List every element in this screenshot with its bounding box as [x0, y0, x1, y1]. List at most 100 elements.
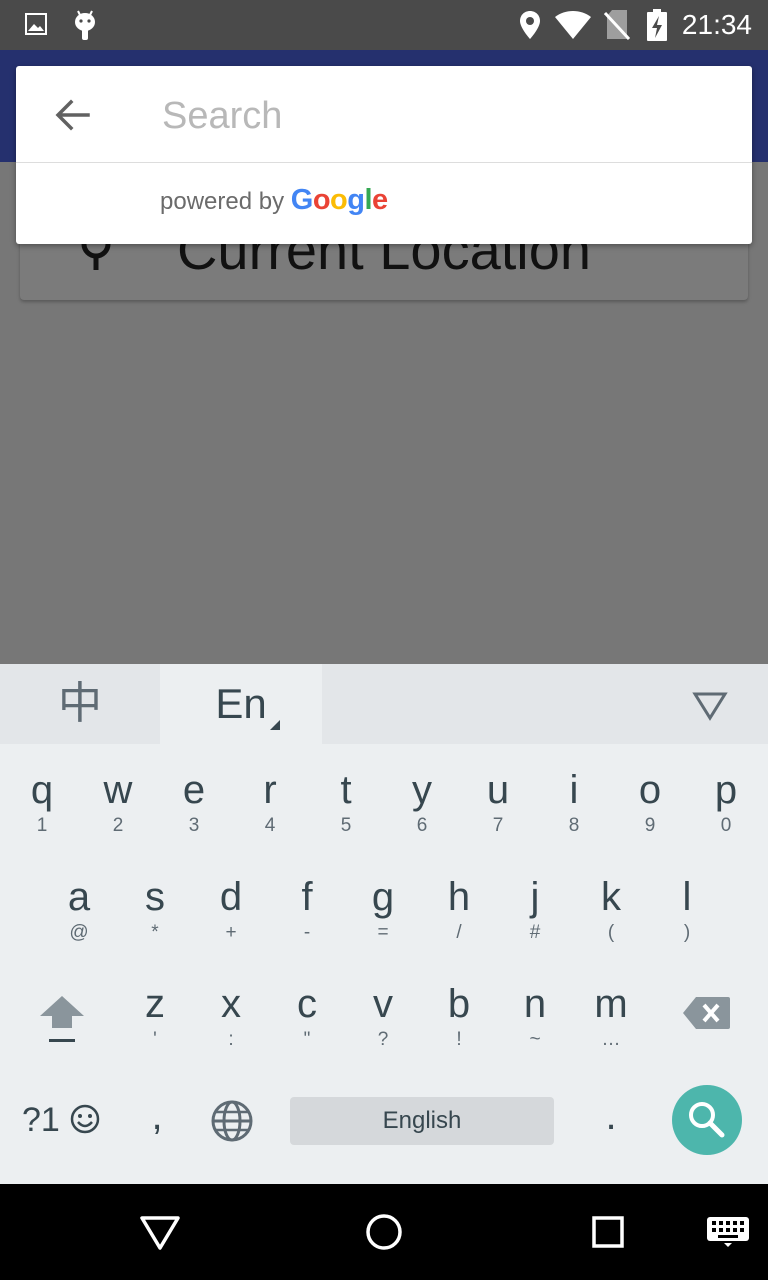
nav-recents-button[interactable] [590, 1214, 626, 1250]
search-icon [689, 1102, 725, 1138]
collapse-keyboard-button[interactable] [690, 688, 730, 722]
key-label: s [145, 875, 165, 919]
key-u[interactable]: u7 [460, 766, 536, 866]
key-secondary-label: ' [153, 1029, 157, 1050]
key-secondary-label: ( [607, 922, 615, 943]
search-autocomplete-card: powered by Google [16, 66, 752, 244]
key-s[interactable]: s * [117, 873, 193, 973]
key-d[interactable]: d + [193, 873, 269, 973]
image-icon [25, 13, 47, 35]
key-secondary-label: 3 [188, 815, 200, 836]
nav-home-button[interactable] [364, 1212, 404, 1252]
key-l[interactable]: l) [649, 873, 725, 973]
key-e[interactable]: e3 [156, 766, 232, 866]
key-t[interactable]: t5 [308, 766, 384, 866]
key-label: u [486, 768, 510, 812]
key-label: h [447, 875, 471, 919]
key-z[interactable]: z ' [117, 980, 193, 1080]
key-label: o [638, 768, 662, 812]
key-label: g [371, 875, 395, 919]
key-k[interactable]: k( [573, 873, 649, 973]
divider [16, 162, 752, 163]
back-button[interactable] [46, 90, 98, 142]
battery-charging-icon [647, 9, 667, 41]
shift-arrow-icon [40, 996, 84, 1042]
google-letter: G [290, 184, 314, 216]
key-secondary-label: 0 [720, 815, 732, 836]
search-input[interactable] [160, 88, 724, 144]
key-secondary-label: # [529, 922, 541, 943]
key-f[interactable]: f- [269, 873, 345, 973]
key-o[interactable]: o9 [612, 766, 688, 866]
google-letter: l [364, 184, 373, 216]
key-secondary-label: ) [683, 922, 691, 943]
powered-by-google: powered by Google [160, 184, 388, 217]
status-bar: 21:34 [0, 0, 768, 50]
backspace-icon [683, 997, 730, 1029]
backspace-key[interactable] [682, 995, 732, 1031]
keyboard-switch-button[interactable] [706, 1216, 750, 1248]
key-secondary-label: - [303, 922, 311, 943]
space-key[interactable]: English [290, 1097, 554, 1145]
soft-keyboard: 中 En q 1 w 2 e 3 r 4 t 5 y 6 u 7 i 8 o 9 p 0 a @ s * d + f - g = h / j # k… [0, 664, 768, 1184]
key-secondary-label: 5 [340, 815, 352, 836]
key-label: k [601, 875, 621, 919]
key-g[interactable]: g = [345, 873, 421, 973]
key-x[interactable]: x: [193, 980, 269, 1080]
comma-key[interactable]: , [140, 1094, 174, 1139]
key-p[interactable]: p0 [688, 766, 764, 866]
key-q[interactable]: q1 [4, 766, 80, 866]
language-switch-key[interactable] [210, 1099, 254, 1143]
clock: 21:34 [681, 9, 752, 40]
key-b[interactable]: b! [421, 980, 497, 1080]
key-y[interactable]: y6 [384, 766, 460, 866]
key-i[interactable]: i8 [536, 766, 612, 866]
key-label: n [523, 982, 547, 1026]
key-label: y [412, 768, 432, 812]
tab-english-input[interactable]: En [160, 664, 322, 744]
key-j[interactable]: j # [497, 873, 573, 973]
google-letter: g [347, 184, 365, 216]
key-secondary-label: @ [69, 922, 89, 943]
keyboard-language-bar: 中 En [0, 664, 768, 744]
key-m[interactable]: m… [573, 980, 649, 1080]
key-label: p [714, 768, 738, 812]
key-a[interactable]: a @ [41, 873, 117, 973]
period-key[interactable]: . [594, 1094, 628, 1139]
symbols-emoji-key[interactable]: ?1 [22, 1098, 101, 1142]
key-label: j [530, 875, 540, 919]
no-sim-icon [604, 10, 630, 41]
key-label: w [103, 768, 133, 812]
key-secondary-label: ? [377, 1029, 389, 1050]
home-icon [366, 1214, 402, 1250]
globe-icon [211, 1100, 253, 1142]
key-label: m [594, 982, 628, 1026]
shift-key[interactable] [36, 992, 88, 1048]
search-action-key[interactable] [672, 1085, 742, 1155]
key-secondary-label: 1 [36, 815, 48, 836]
keyboard-switch-icon [707, 1217, 749, 1247]
key-c[interactable]: c " [269, 980, 345, 1080]
tab-chinese-input[interactable]: 中 [0, 664, 160, 744]
key-n[interactable]: n ~ [497, 980, 573, 1080]
location-icon [520, 11, 540, 39]
key-secondary-label: 4 [264, 815, 276, 836]
key-label: a [67, 875, 91, 919]
key-v[interactable]: v? [345, 980, 421, 1080]
key-label: r [263, 768, 277, 812]
key-w[interactable]: w2 [80, 766, 156, 866]
nav-back-button[interactable] [136, 1210, 184, 1254]
key-label: l [682, 875, 692, 919]
key-r[interactable]: r4 [232, 766, 308, 866]
powered-by-text: powered by [160, 188, 285, 215]
key-label: d [219, 875, 243, 919]
key-label: i [569, 768, 579, 812]
chevron-down-triangle-icon [692, 692, 728, 721]
key-secondary-label: ! [456, 1029, 462, 1050]
key-label: v [373, 982, 393, 1026]
key-secondary-label: " [303, 1029, 311, 1050]
arrow-back-icon [55, 99, 90, 131]
key-label: t [340, 768, 352, 812]
key-h[interactable]: h / [421, 873, 497, 973]
google-letter: o [330, 184, 348, 216]
